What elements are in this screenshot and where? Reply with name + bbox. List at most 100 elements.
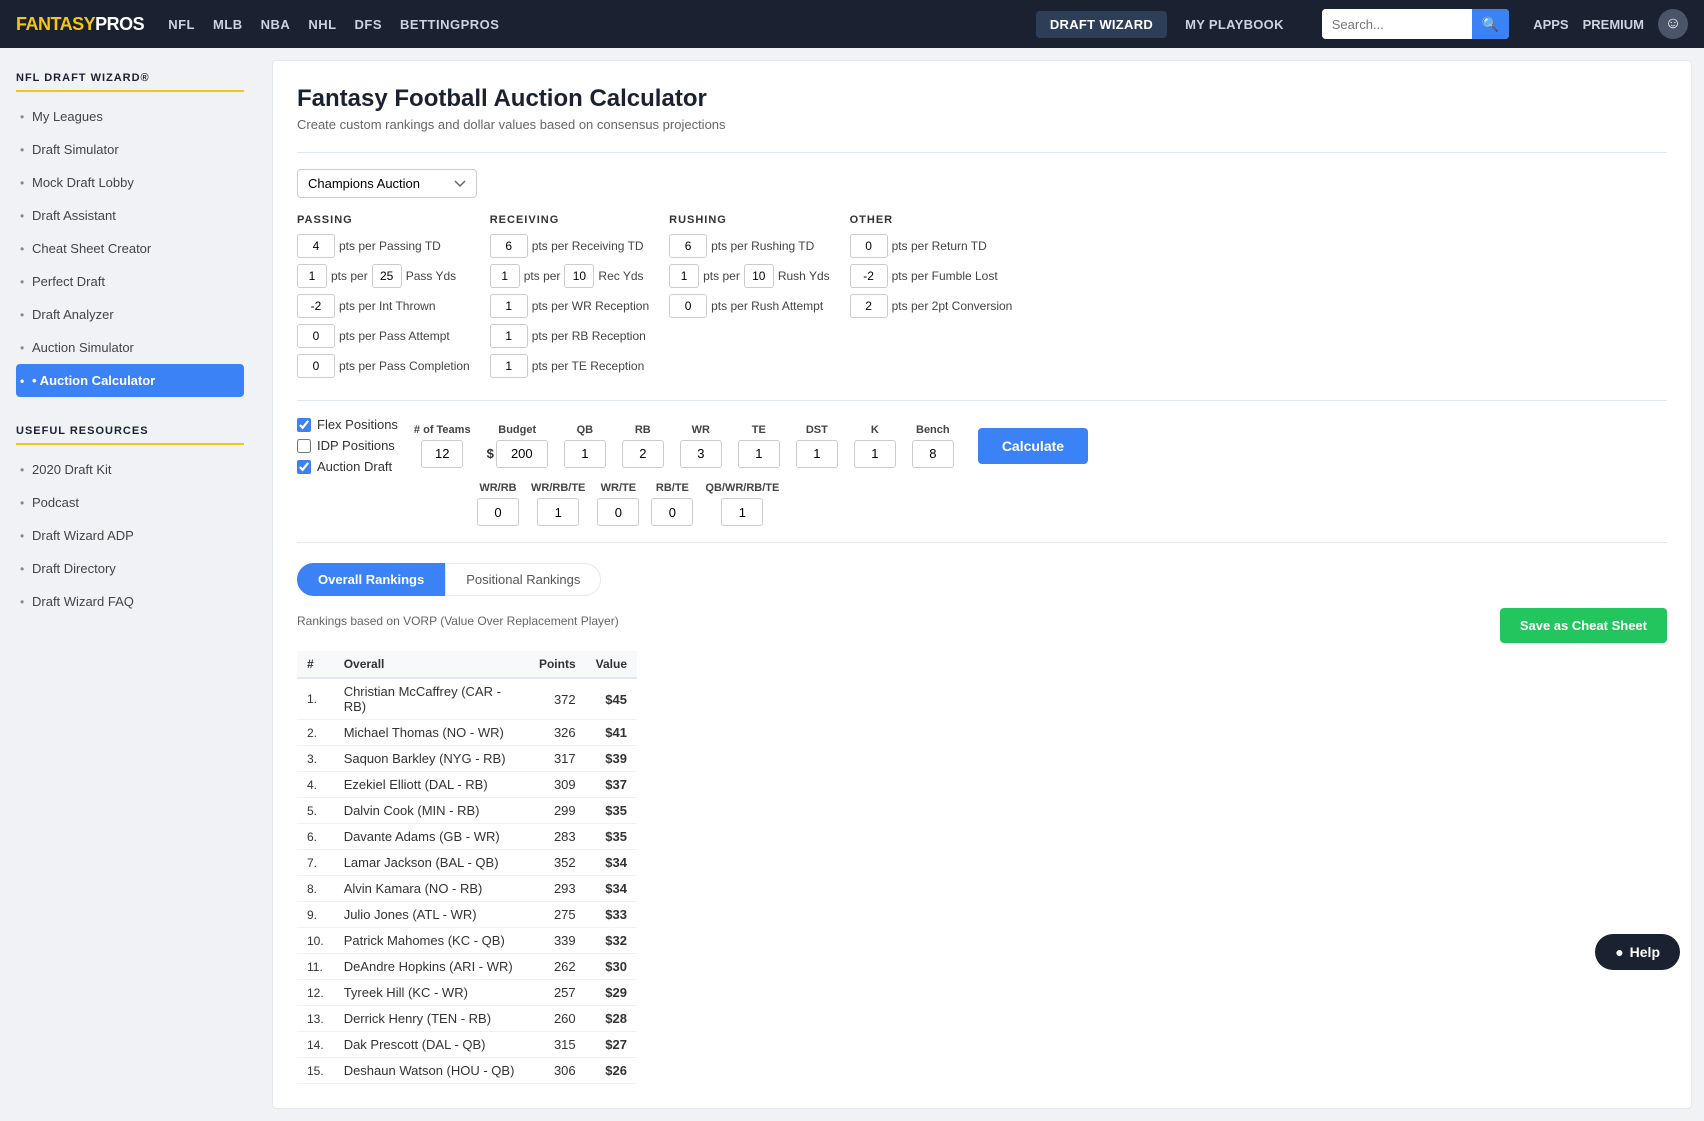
league-dropdown[interactable]: Champions Auction Standard PPR Half-PPR (297, 169, 477, 198)
sidebar-item-draft-assistant[interactable]: Draft Assistant (16, 199, 244, 232)
tab-positional-rankings[interactable]: Positional Rankings (445, 563, 601, 596)
qb-label: QB (577, 424, 594, 436)
wr-input[interactable] (680, 440, 722, 468)
tab-overall-rankings[interactable]: Overall Rankings (297, 563, 445, 596)
flex-positions-checkbox[interactable]: Flex Positions (297, 417, 398, 432)
table-row: 11. DeAndre Hopkins (ARI - WR) 262 $30 (297, 954, 637, 980)
auction-draft-checkbox[interactable]: Auction Draft (297, 459, 398, 474)
row-rank: 13. (297, 1006, 334, 1032)
sidebar-item-mock-draft-lobby[interactable]: Mock Draft Lobby (16, 166, 244, 199)
passing-int-input[interactable] (297, 294, 335, 318)
scoring-config: PASSING pts per Passing TD pts per Pass … (297, 214, 1667, 384)
row-value: $32 (586, 928, 637, 954)
premium-link[interactable]: PREMIUM (1583, 17, 1644, 32)
sidebar-item-perfect-draft[interactable]: Perfect Draft (16, 265, 244, 298)
rush-yds-yds-input[interactable] (744, 264, 774, 288)
sidebar-item-draft-directory[interactable]: Draft Directory (16, 552, 244, 585)
sidebar-item-cheat-sheet-creator[interactable]: Cheat Sheet Creator (16, 232, 244, 265)
num-teams-input[interactable] (421, 440, 463, 468)
budget-input[interactable] (496, 440, 548, 468)
nav-nba[interactable]: NBA (261, 17, 291, 32)
search-input[interactable] (1322, 9, 1472, 39)
help-button[interactable]: ● Help (1595, 934, 1680, 970)
return-td-row: pts per Return TD (850, 234, 1013, 258)
draft-wizard-btn[interactable]: DRAFT WIZARD (1036, 11, 1167, 38)
rb-input[interactable] (622, 440, 664, 468)
sidebar-item-draft-wizard-faq[interactable]: Draft Wizard FAQ (16, 585, 244, 618)
rushing-td-row: pts per Rushing TD (669, 234, 830, 258)
nav-nhl[interactable]: NHL (308, 17, 336, 32)
rec-yds-yds-input[interactable] (564, 264, 594, 288)
sidebar-item-draft-analyzer[interactable]: Draft Analyzer (16, 298, 244, 331)
row-name: Christian McCaffrey (CAR - RB) (334, 678, 529, 720)
flex-positions-input[interactable] (297, 418, 311, 432)
other-title: OTHER (850, 214, 1013, 226)
auction-draft-input[interactable] (297, 460, 311, 474)
dst-group: DST (796, 424, 838, 468)
rush-yds-pts-input[interactable] (669, 264, 699, 288)
table-row: 1. Christian McCaffrey (CAR - RB) 372 $4… (297, 678, 637, 720)
bench-input[interactable] (912, 440, 954, 468)
row-value: $27 (586, 1032, 637, 1058)
sidebar-item-draft-wizard-adp[interactable]: Draft Wizard ADP (16, 519, 244, 552)
row-rank: 6. (297, 824, 334, 850)
return-td-input[interactable] (850, 234, 888, 258)
calculate-button[interactable]: Calculate (978, 428, 1088, 464)
layout: NFL DRAFT WIZARD® My Leagues Draft Simul… (0, 48, 1704, 1121)
sidebar-item-2020-draft-kit[interactable]: 2020 Draft Kit (16, 453, 244, 486)
qb-wr-rb-te-input[interactable] (721, 498, 763, 526)
logo[interactable]: FANTASYPROS (16, 14, 144, 35)
rushing-td-input[interactable] (669, 234, 707, 258)
qb-group: QB (564, 424, 606, 468)
row-rank: 12. (297, 980, 334, 1006)
two-pt-input[interactable] (850, 294, 888, 318)
rush-attempt-input[interactable] (669, 294, 707, 318)
row-value: $29 (586, 980, 637, 1006)
wr-rb-input[interactable] (477, 498, 519, 526)
te-reception-input[interactable] (490, 354, 528, 378)
user-avatar[interactable]: ☺ (1658, 9, 1688, 39)
apps-link[interactable]: APPS (1533, 17, 1568, 32)
sidebar-item-auction-simulator[interactable]: Auction Simulator (16, 331, 244, 364)
qb-wr-rb-te-label: QB/WR/RB/TE (705, 482, 779, 494)
passing-td-input[interactable] (297, 234, 335, 258)
col-value: Value (586, 651, 637, 678)
search-button[interactable]: 🔍 (1472, 9, 1509, 39)
main-content: Fantasy Football Auction Calculator Crea… (272, 60, 1692, 1109)
row-points: 262 (529, 954, 586, 980)
row-rank: 8. (297, 876, 334, 902)
table-row: 4. Ezekiel Elliott (DAL - RB) 309 $37 (297, 772, 637, 798)
nav-dfs[interactable]: DFS (355, 17, 383, 32)
sidebar-item-podcast[interactable]: Podcast (16, 486, 244, 519)
row-name: Saquon Barkley (NYG - RB) (334, 746, 529, 772)
dst-input[interactable] (796, 440, 838, 468)
idp-positions-input[interactable] (297, 439, 311, 453)
passing-yds-pts-input[interactable] (297, 264, 327, 288)
qb-input[interactable] (564, 440, 606, 468)
sidebar-item-my-leagues[interactable]: My Leagues (16, 100, 244, 133)
passing-attempt-input[interactable] (297, 324, 335, 348)
nav-nfl[interactable]: NFL (168, 17, 195, 32)
passing-yds-yds-input[interactable] (372, 264, 402, 288)
table-row: 5. Dalvin Cook (MIN - RB) 299 $35 (297, 798, 637, 824)
receiving-td-input[interactable] (490, 234, 528, 258)
wr-rb-te-input[interactable] (537, 498, 579, 526)
nav-bettingpros[interactable]: BETTINGPROS (400, 17, 499, 32)
passing-completion-input[interactable] (297, 354, 335, 378)
nav-mlb[interactable]: MLB (213, 17, 243, 32)
my-playbook-btn[interactable]: MY PLAYBOOK (1171, 11, 1298, 38)
sidebar-item-auction-calculator[interactable]: • Auction Calculator (16, 364, 244, 397)
table-row: 8. Alvin Kamara (NO - RB) 293 $34 (297, 876, 637, 902)
rb-te-input[interactable] (651, 498, 693, 526)
wr-te-input[interactable] (597, 498, 639, 526)
rb-reception-input[interactable] (490, 324, 528, 348)
idp-positions-checkbox[interactable]: IDP Positions (297, 438, 398, 453)
fumble-input[interactable] (850, 264, 888, 288)
wr-reception-row: pts per WR Reception (490, 294, 649, 318)
rec-yds-pts-input[interactable] (490, 264, 520, 288)
te-input[interactable] (738, 440, 780, 468)
wr-reception-input[interactable] (490, 294, 528, 318)
sidebar-item-draft-simulator[interactable]: Draft Simulator (16, 133, 244, 166)
save-cheat-sheet-button[interactable]: Save as Cheat Sheet (1500, 608, 1667, 643)
k-input[interactable] (854, 440, 896, 468)
